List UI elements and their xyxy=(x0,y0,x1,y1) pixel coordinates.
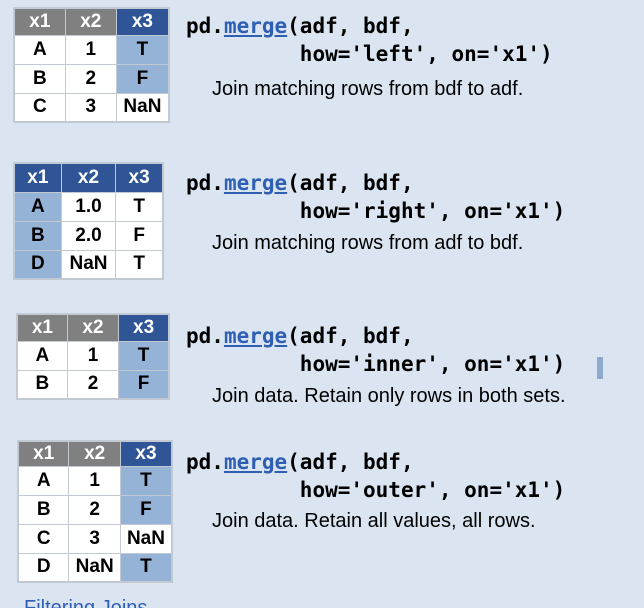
description-right: Join matching rows from adf to bdf. xyxy=(212,232,524,254)
code-snippet-outer: pd.merge(adf, bdf, how='outer', on='x1') xyxy=(186,448,565,504)
table-cell: T xyxy=(119,465,173,496)
column-header-x1: x1 xyxy=(13,7,66,36)
code-snippet-right: pd.merge(adf, bdf, how='right', on='x1') xyxy=(186,169,565,225)
code-line2: how='left', on='x1') xyxy=(299,42,553,66)
table-cell: B xyxy=(17,494,70,525)
table-cell: 2 xyxy=(68,494,121,525)
table-cell: NaN xyxy=(60,249,117,280)
code-snippet-left: pd.merge(adf, bdf, how='left', on='x1') xyxy=(186,12,553,68)
table-cell: 1 xyxy=(66,340,120,371)
table-cell: NaN xyxy=(115,92,170,123)
code-line2: how='inner', on='x1') xyxy=(299,352,566,376)
table-cell: B xyxy=(13,220,62,251)
table-cell: F xyxy=(118,369,170,400)
code-line2: how='outer', on='x1') xyxy=(299,478,566,502)
table-cell: NaN xyxy=(68,552,121,583)
table-cell: 1 xyxy=(68,465,121,496)
table-cell: F xyxy=(119,494,173,525)
table-cell: A xyxy=(13,34,66,65)
text-cursor xyxy=(597,357,603,379)
column-header-x1: x1 xyxy=(16,313,68,342)
table-cell: D xyxy=(17,552,70,583)
table-cell: A xyxy=(13,191,62,222)
code-line1: (adf, bdf, xyxy=(287,450,414,474)
table-cell: 1.0 xyxy=(60,191,117,222)
code-prefix: pd. xyxy=(186,324,224,348)
table-cell: T xyxy=(119,552,173,583)
code-prefix: pd. xyxy=(186,14,224,38)
code-snippet-inner: pd.merge(adf, bdf, how='inner', on='x1') xyxy=(186,322,565,378)
column-header-x3: x3 xyxy=(118,313,170,342)
description-outer: Join data. Retain all values, all rows. xyxy=(212,510,536,532)
table-cell: F xyxy=(115,63,170,94)
result-table-inner: x1 x2 x3 A 1 T B 2 F xyxy=(16,313,170,400)
code-line1: (adf, bdf, xyxy=(287,324,414,348)
column-header-x2: x2 xyxy=(66,313,120,342)
result-table-outer: x1 x2 x3 A 1 T B 2 F C 3 NaN D NaN T xyxy=(17,440,173,583)
description-left: Join matching rows from bdf to adf. xyxy=(212,78,524,100)
table-cell: 3 xyxy=(68,523,121,554)
table-cell: B xyxy=(13,63,66,94)
table-cell: T xyxy=(115,191,164,222)
code-line1: (adf, bdf, xyxy=(287,14,414,38)
table-cell: B xyxy=(16,369,68,400)
code-line2: how='right', on='x1') xyxy=(299,199,566,223)
column-header-x2: x2 xyxy=(68,440,121,467)
code-prefix: pd. xyxy=(186,171,224,195)
table-cell: 2 xyxy=(64,63,117,94)
merge-function-link[interactable]: merge xyxy=(224,450,287,474)
column-header-x1: x1 xyxy=(17,440,70,467)
table-cell: C xyxy=(17,523,70,554)
result-table-right: x1 x2 x3 A 1.0 T B 2.0 F D NaN T xyxy=(13,162,164,280)
column-header-x3: x3 xyxy=(115,162,164,193)
column-header-x3: x3 xyxy=(119,440,173,467)
section-heading-filtering-joins: Filtering Joins xyxy=(24,598,147,608)
table-cell: 3 xyxy=(64,92,117,123)
table-cell: A xyxy=(17,465,70,496)
merge-function-link[interactable]: merge xyxy=(224,171,287,195)
merge-function-link[interactable]: merge xyxy=(224,14,287,38)
table-cell: F xyxy=(115,220,164,251)
column-header-x3: x3 xyxy=(115,7,170,36)
code-prefix: pd. xyxy=(186,450,224,474)
table-cell: C xyxy=(13,92,66,123)
table-cell: T xyxy=(115,34,170,65)
column-header-x2: x2 xyxy=(64,7,117,36)
table-cell: 1 xyxy=(64,34,117,65)
table-cell: A xyxy=(16,340,68,371)
table-cell: NaN xyxy=(119,523,173,554)
code-line1: (adf, bdf, xyxy=(287,171,414,195)
table-cell: D xyxy=(13,249,62,280)
column-header-x2: x2 xyxy=(60,162,117,193)
column-header-x1: x1 xyxy=(13,162,62,193)
table-cell: T xyxy=(118,340,170,371)
table-cell: T xyxy=(115,249,164,280)
table-cell: 2 xyxy=(66,369,120,400)
table-cell: 2.0 xyxy=(60,220,117,251)
description-inner: Join data. Retain only rows in both sets… xyxy=(212,385,566,407)
merge-function-link[interactable]: merge xyxy=(224,324,287,348)
result-table-left: x1 x2 x3 A 1 T B 2 F C 3 NaN xyxy=(13,7,170,123)
